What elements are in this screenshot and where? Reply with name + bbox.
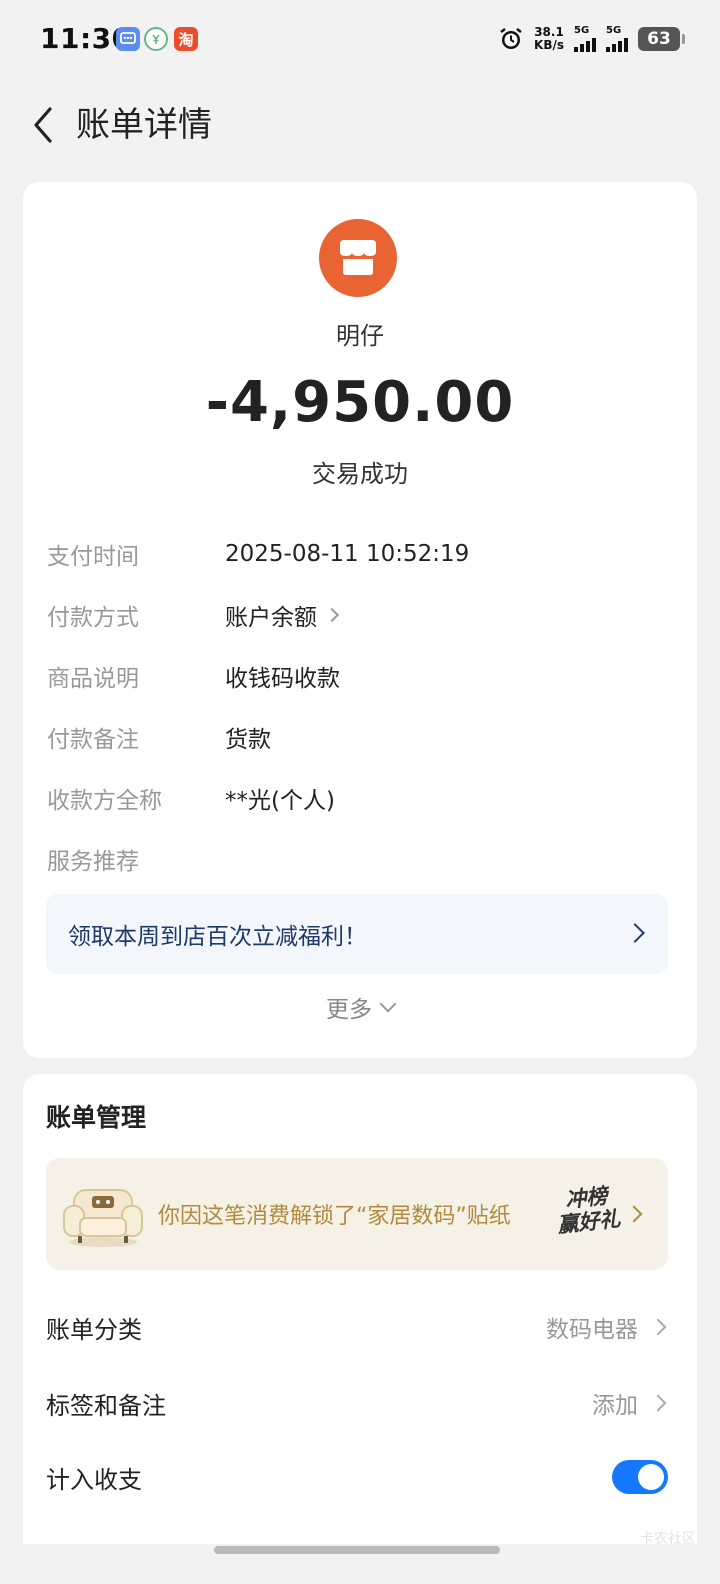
network-speed: 38.1 KB/s xyxy=(534,26,564,52)
taobao-app-icon: 淘 xyxy=(174,27,198,51)
row-label: 计入收支 xyxy=(46,1465,142,1494)
watermark-text: 卡农社区 xyxy=(640,1531,696,1547)
more-button[interactable]: 更多 xyxy=(23,990,697,1024)
merchant-name: 明仔 xyxy=(336,322,384,350)
sofa-sticker-icon xyxy=(63,1189,143,1247)
battery-level: 63 xyxy=(647,29,671,49)
transaction-amount: -4,950.00 xyxy=(205,370,515,435)
chevron-right-icon xyxy=(625,923,645,943)
transaction-status: 交易成功 xyxy=(312,460,408,488)
detail-row-service: 服务推荐 xyxy=(47,839,673,879)
signal-indicator-2: 5G xyxy=(606,26,628,52)
network-speed-unit: KB/s xyxy=(534,38,564,52)
detail-row-product: 商品说明 收钱码收款 xyxy=(47,656,673,696)
detail-label: 商品说明 xyxy=(47,666,139,692)
detail-row-remark: 付款备注 货款 xyxy=(47,717,673,757)
signal-bars-icon xyxy=(574,36,596,52)
detail-value: 收钱码收款 xyxy=(225,666,340,692)
pay-method-value: 账户余额 xyxy=(225,605,317,631)
taobao-icon-text: 淘 xyxy=(178,30,194,49)
sticker-text: 你因这笔消费解锁了“家居数码”贴纸 xyxy=(158,1204,511,1229)
add-value: 添加 xyxy=(592,1393,638,1419)
chevron-right-icon xyxy=(324,607,340,623)
row-label: 账单分类 xyxy=(46,1315,142,1344)
more-label: 更多 xyxy=(326,997,372,1023)
detail-row-pay-method[interactable]: 付款方式 账户余额 xyxy=(47,595,673,635)
home-indicator[interactable] xyxy=(214,1546,500,1554)
promo-text: 领取本周到店百次立减福利！ xyxy=(68,924,367,950)
detail-label: 收款方全称 xyxy=(47,788,162,814)
detail-value: 货款 xyxy=(225,727,271,753)
status-bar: 11:30 淘 38.1 KB/s 5G 5G 63 xyxy=(0,0,720,80)
row-value: 添加 xyxy=(592,1386,668,1420)
chevron-right-icon xyxy=(649,1394,667,1412)
signal-bars-icon xyxy=(606,36,628,52)
wallet-app-icon xyxy=(144,27,168,51)
signal-2-label: 5G xyxy=(606,25,622,36)
section-title: 账单管理 xyxy=(46,1103,147,1132)
detail-value: **光(个人) xyxy=(225,788,335,814)
detail-value: 2025-08-11 10:52:19 xyxy=(225,541,470,567)
detail-label: 服务推荐 xyxy=(47,849,139,875)
signal-indicator-1: 5G xyxy=(574,26,596,52)
sticker-banner[interactable]: 你因这笔消费解锁了“家居数码”贴纸 冲榜 赢好礼 xyxy=(46,1158,668,1270)
detail-value-link[interactable]: 账户余额 xyxy=(225,598,340,632)
chevron-right-icon xyxy=(625,1205,643,1223)
battery-icon: 63 xyxy=(638,27,685,51)
bill-management-card: 账单管理 你因这笔消费解锁了“家居数码”贴纸 冲榜 赢好礼 账单分类 数码电器 … xyxy=(23,1074,697,1544)
page-title: 账单详情 xyxy=(76,105,212,145)
chevron-right-icon xyxy=(649,1318,667,1336)
signal-1-label: 5G xyxy=(574,25,590,36)
alarm-icon xyxy=(500,28,522,49)
detail-label: 付款备注 xyxy=(47,727,139,753)
transaction-card: 明仔 -4,950.00 交易成功 支付时间 2025-08-11 10:52:… xyxy=(23,182,697,1058)
promo-banner[interactable]: 领取本周到店百次立减福利！ xyxy=(46,894,668,974)
detail-label: 付款方式 xyxy=(47,605,139,631)
detail-label: 支付时间 xyxy=(47,544,139,570)
include-in-stats-row: 计入收支 xyxy=(46,1452,668,1502)
nav-bar: 账单详情 xyxy=(0,90,720,160)
tags-remarks-row[interactable]: 标签和备注 添加 xyxy=(46,1378,668,1428)
message-app-icon xyxy=(116,27,140,51)
store-icon xyxy=(319,219,397,297)
category-value: 数码电器 xyxy=(546,1317,638,1343)
status-indicators: 38.1 KB/s 5G 5G 63 xyxy=(498,22,685,56)
row-value: 数码电器 xyxy=(546,1310,668,1344)
back-button[interactable] xyxy=(20,102,66,148)
chevron-left-icon xyxy=(34,107,52,143)
bill-category-row[interactable]: 账单分类 数码电器 xyxy=(46,1302,668,1352)
include-stats-toggle[interactable] xyxy=(612,1460,668,1494)
row-label: 标签和备注 xyxy=(46,1391,166,1420)
chevron-down-icon xyxy=(379,995,397,1013)
rank-badge: 冲榜 赢好礼 xyxy=(547,1182,628,1246)
detail-row-pay-time: 支付时间 2025-08-11 10:52:19 xyxy=(47,534,673,574)
detail-row-payee: 收款方全称 **光(个人) xyxy=(47,778,673,818)
